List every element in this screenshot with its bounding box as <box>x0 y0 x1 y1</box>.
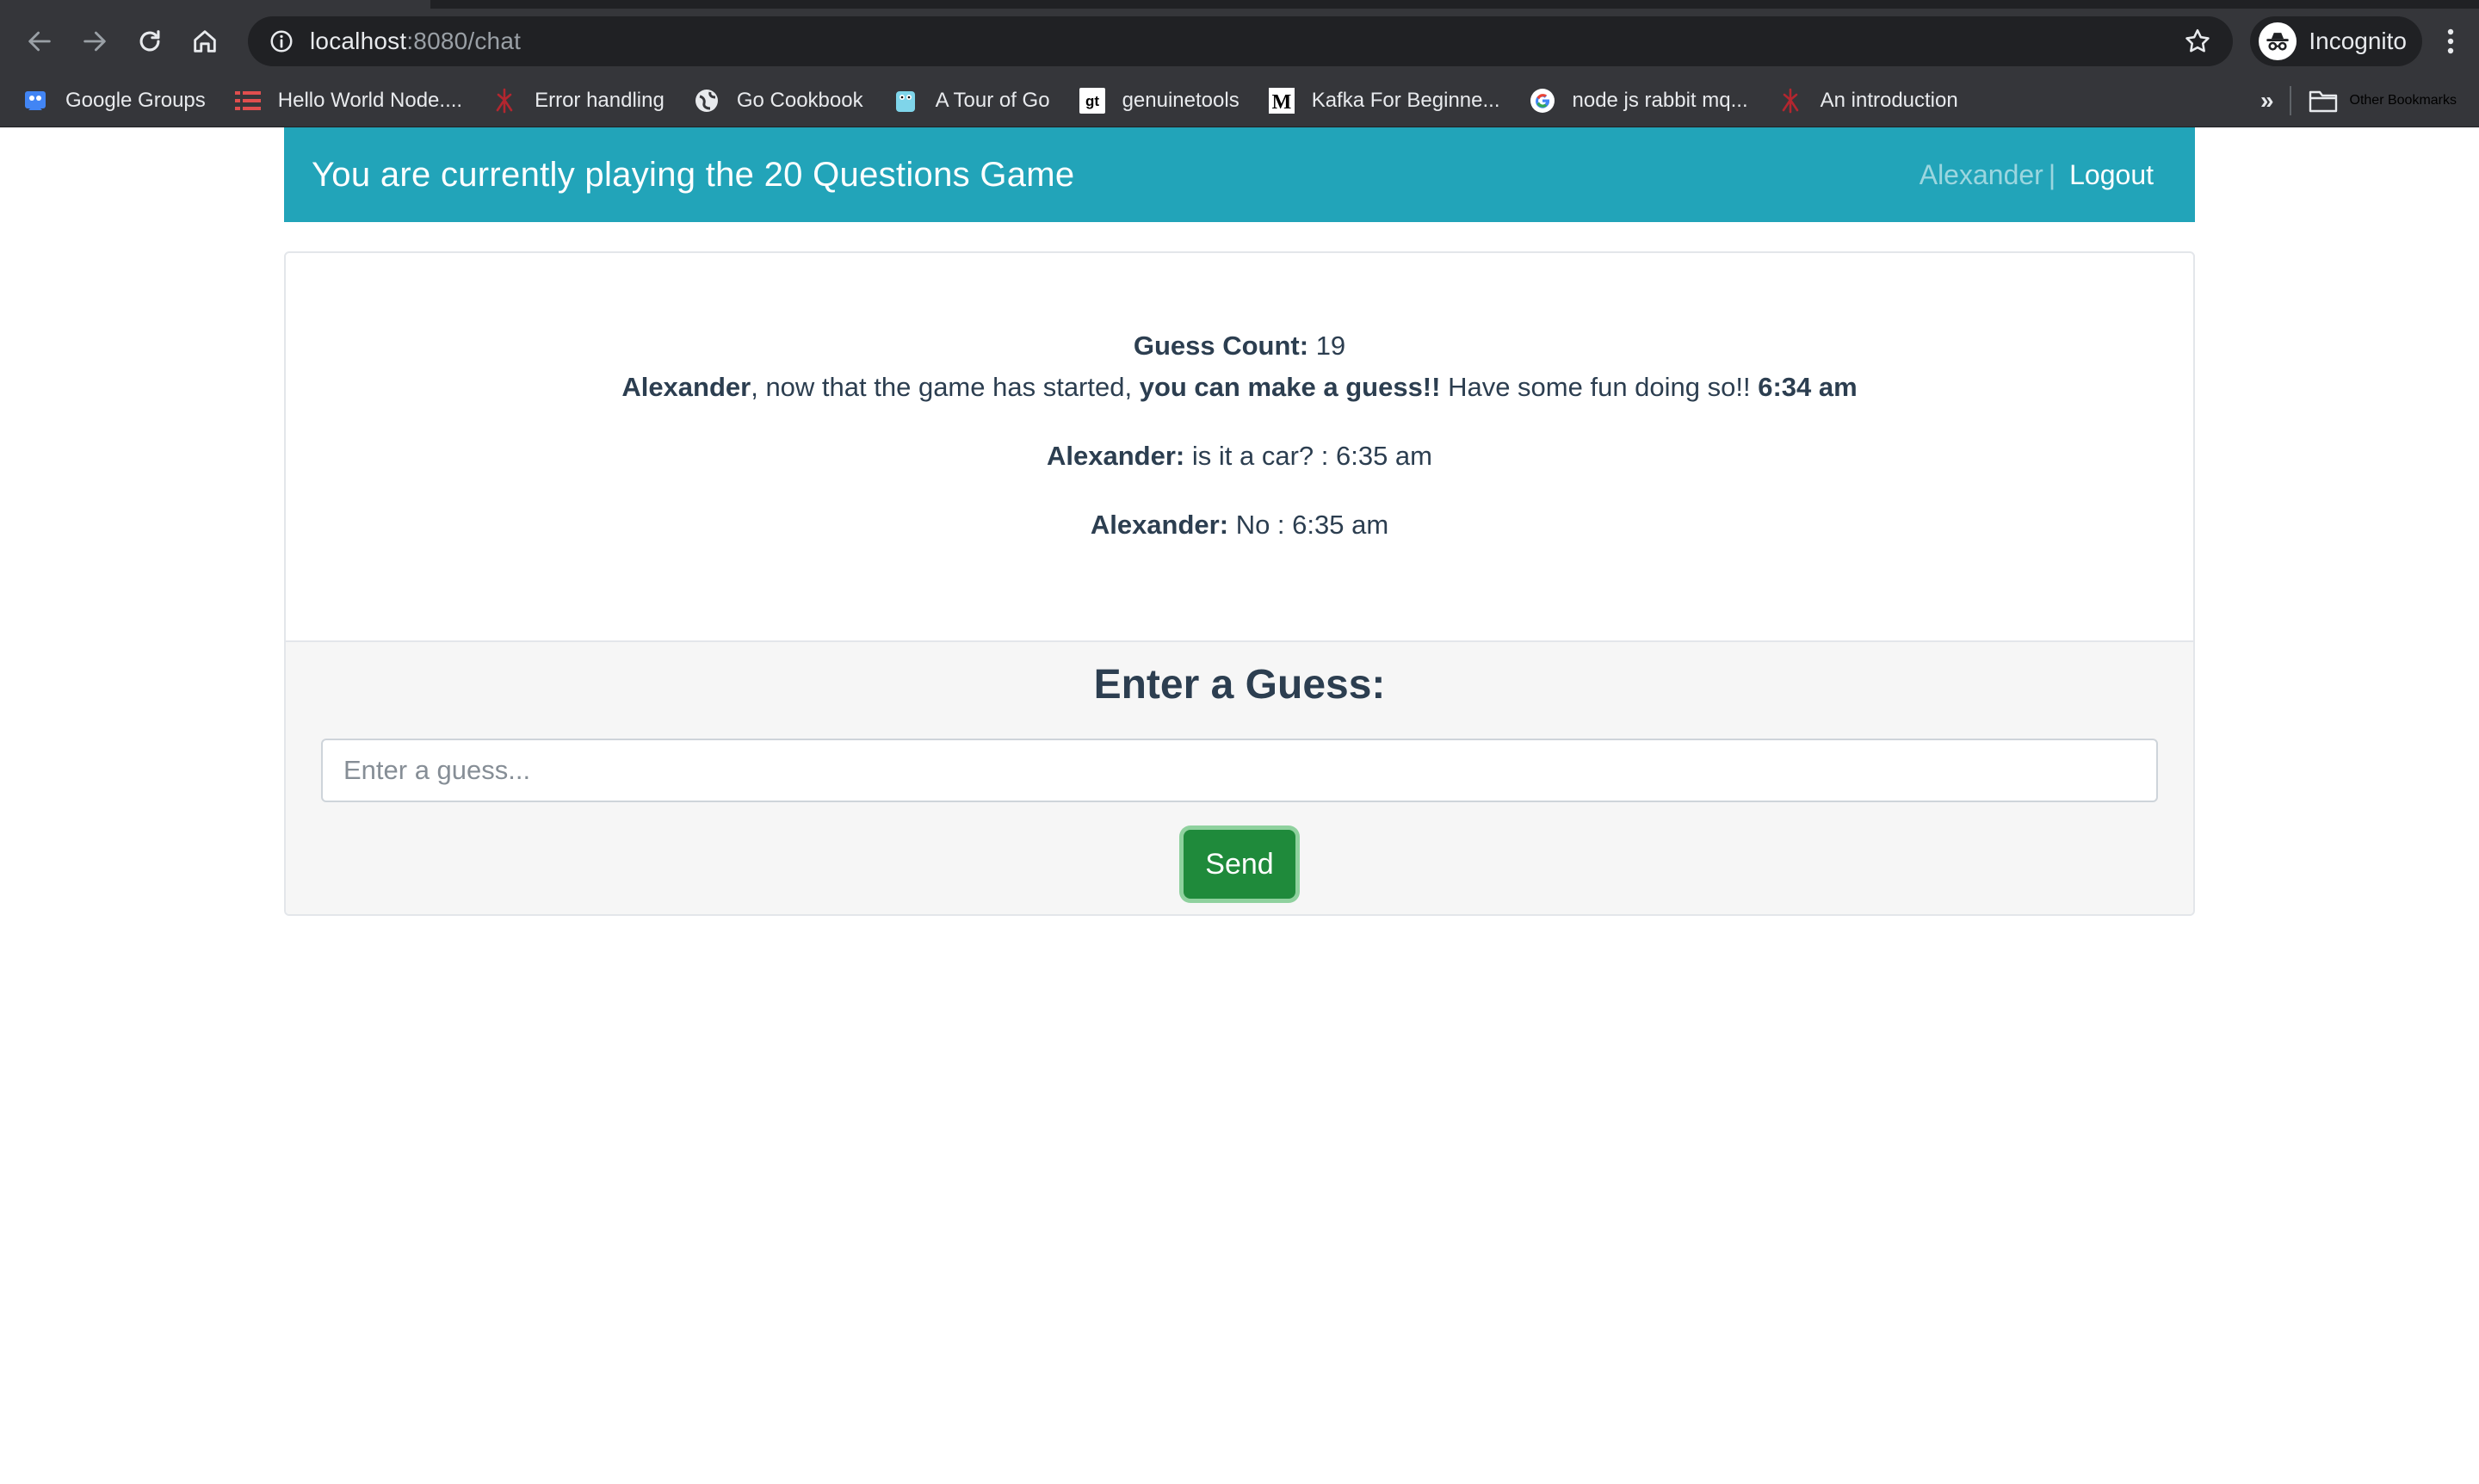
chat-message: Alexander: No : 6:35 am <box>1091 504 1388 546</box>
bookmark-an-introduction[interactable]: An introduction <box>1777 88 1958 114</box>
intro-name: Alexander <box>621 372 751 402</box>
forward-button[interactable] <box>71 17 119 65</box>
tab-strip <box>0 0 2479 9</box>
logout-link[interactable]: Logout <box>2069 159 2154 191</box>
tour-of-go-icon <box>893 88 918 114</box>
bookmarks-overflow-button[interactable]: » <box>2260 87 2274 114</box>
incognito-label: Incognito <box>2309 28 2407 54</box>
guess-form: Enter a Guess: Send <box>286 640 2193 914</box>
folder-icon <box>2309 90 2337 112</box>
arrow-left-icon <box>28 31 51 52</box>
chat-message: Alexander: is it a car? : 6:35 am <box>1047 436 1432 477</box>
google-groups-icon <box>22 88 48 114</box>
intro-emphasis: you can make a guess!! <box>1139 372 1441 402</box>
active-tab-edge <box>0 0 430 9</box>
medium-icon: M <box>1268 87 1295 114</box>
reload-icon <box>139 30 160 52</box>
bookmark-node-rabbit-mq[interactable]: node js rabbit mq... <box>1530 88 1748 114</box>
page-content: You are currently playing the 20 Questio… <box>0 127 2479 1484</box>
bookmark-go-cookbook[interactable]: Go Cookbook <box>694 88 863 114</box>
bookmark-label: Go Cookbook <box>736 88 863 112</box>
bookmark-genuinetools[interactable]: gt genuinetools <box>1079 87 1240 114</box>
incognito-profile-button[interactable]: Incognito <box>2250 16 2422 66</box>
app-header: You are currently playing the 20 Questio… <box>284 127 2195 222</box>
message-text: No : 6:35 am <box>1235 510 1389 540</box>
intro-text-1: , now that the game has started, <box>751 372 1140 402</box>
google-icon <box>1530 88 1555 114</box>
bookmark-tour-of-go[interactable]: A Tour of Go <box>893 88 1050 114</box>
bookmark-hello-world-node[interactable]: Hello World Node.... <box>234 88 463 114</box>
url-host: localhost <box>310 28 407 54</box>
guess-form-title: Enter a Guess: <box>1093 662 1386 708</box>
guess-count: Guess Count: 19 <box>1134 325 1345 367</box>
game-card: Guess Count: 19 Alexander, now that the … <box>284 251 2195 916</box>
star-icon[interactable] <box>2183 27 2212 56</box>
message-sender: Alexander: <box>1047 441 1185 471</box>
info-icon[interactable] <box>269 28 294 54</box>
bookmarks-bar: Google Groups Hello World Node.... Error… <box>0 74 2479 127</box>
go-cookbook-icon <box>694 88 720 114</box>
browser-toolbar: localhost:8080/chat Incognito <box>0 9 2479 74</box>
reload-button[interactable] <box>126 17 174 65</box>
svg-text:M: M <box>1271 91 1291 114</box>
bookmark-label: Hello World Node.... <box>277 88 463 112</box>
send-button[interactable]: Send <box>1184 830 1295 899</box>
menu-button[interactable] <box>2438 22 2464 60</box>
browser-chrome: localhost:8080/chat Incognito Google Gro… <box>0 0 2479 127</box>
address-bar[interactable]: localhost:8080/chat <box>248 16 2234 66</box>
bookmark-label: node js rabbit mq... <box>1572 88 1748 112</box>
incognito-avatar <box>2259 22 2297 60</box>
other-bookmarks-button[interactable]: Other Bookmarks <box>2309 88 2457 114</box>
bookmark-kafka[interactable]: M Kafka For Beginne... <box>1268 87 1500 114</box>
message-sender: Alexander: <box>1090 510 1229 540</box>
home-button[interactable] <box>181 17 229 65</box>
page-title: You are currently playing the 20 Questio… <box>312 155 1075 194</box>
bookmarks-divider <box>2289 85 2291 115</box>
home-icon <box>194 30 216 53</box>
header-separator: | <box>2048 158 2056 190</box>
introduction-icon <box>1777 88 1803 114</box>
bookmark-label: Google Groups <box>65 88 206 112</box>
more-vert-icon <box>2447 28 2454 54</box>
chat-log: Guess Count: 19 Alexander, now that the … <box>286 253 2193 640</box>
guess-count-value: 19 <box>1315 331 1346 361</box>
back-button[interactable] <box>15 17 64 65</box>
bookmark-label: An introduction <box>1820 88 1958 112</box>
guess-input[interactable] <box>321 739 2158 802</box>
hello-world-node-icon <box>234 88 261 114</box>
intro-message: Alexander, now that the game has started… <box>621 367 1857 408</box>
intro-time: 6:34 am <box>1758 372 1858 402</box>
url-path: :8080/chat <box>406 28 522 54</box>
other-bookmarks-label: Other Bookmarks <box>2349 92 2457 108</box>
bookmark-label: genuinetools <box>1122 88 1240 112</box>
svg-text:gt: gt <box>1085 93 1099 109</box>
bookmark-label: A Tour of Go <box>935 88 1050 112</box>
bookmark-google-groups[interactable]: Google Groups <box>22 88 206 114</box>
guess-count-label: Guess Count: <box>1133 331 1309 361</box>
username-label: Alexander <box>1919 158 2043 190</box>
genuinetools-icon: gt <box>1079 87 1105 114</box>
arrow-right-icon <box>83 31 106 52</box>
bookmark-label: Error handling <box>535 88 665 112</box>
incognito-icon <box>2266 33 2290 51</box>
intro-text-2: Have some fun doing so!! <box>1440 372 1759 402</box>
message-text: is it a car? : 6:35 am <box>1191 441 1432 471</box>
bookmark-label: Kafka For Beginne... <box>1311 88 1500 112</box>
url-text[interactable]: localhost:8080/chat <box>310 28 521 55</box>
bookmark-error-handling[interactable]: Error handling <box>491 88 665 114</box>
error-handling-icon <box>491 88 517 114</box>
